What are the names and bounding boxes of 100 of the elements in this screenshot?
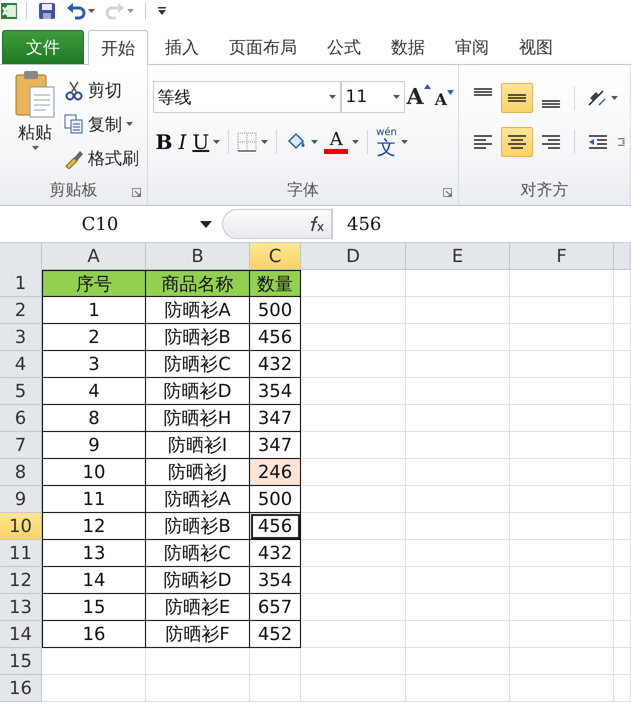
row-header[interactable]: 5 xyxy=(0,378,42,405)
table-cell[interactable]: 456 xyxy=(250,324,301,351)
row-header[interactable]: 14 xyxy=(0,621,42,648)
row-header[interactable]: 1 xyxy=(0,270,42,297)
table-cell[interactable]: 防晒衫C xyxy=(146,351,250,378)
table-cell[interactable]: 456 xyxy=(250,513,301,540)
table-cell[interactable] xyxy=(614,540,631,567)
table-cell[interactable] xyxy=(614,270,631,297)
table-cell[interactable] xyxy=(406,324,510,351)
table-cell[interactable]: 1 xyxy=(42,297,146,324)
font-color-button[interactable]: A xyxy=(321,127,362,157)
table-cell[interactable] xyxy=(301,540,406,567)
column-header[interactable]: C xyxy=(250,243,301,270)
font-size-dropdown[interactable]: 11 xyxy=(340,81,405,113)
table-cell[interactable] xyxy=(614,486,631,513)
italic-button[interactable]: I xyxy=(175,127,190,157)
table-cell[interactable] xyxy=(510,270,614,297)
table-cell[interactable] xyxy=(406,540,510,567)
table-cell[interactable]: 防晒衫A xyxy=(146,486,250,513)
underline-button[interactable]: U xyxy=(189,127,224,157)
table-cell[interactable] xyxy=(510,351,614,378)
column-header[interactable]: F xyxy=(510,243,614,270)
ribbon-tab[interactable]: 数据 xyxy=(378,30,438,64)
table-cell[interactable] xyxy=(614,594,631,621)
table-cell[interactable]: 防晒衫B xyxy=(146,513,250,540)
table-cell[interactable]: 12 xyxy=(42,513,146,540)
table-cell[interactable] xyxy=(614,297,631,324)
table-cell[interactable] xyxy=(510,297,614,324)
table-cell[interactable] xyxy=(301,459,406,486)
table-cell[interactable] xyxy=(406,513,510,540)
table-cell[interactable] xyxy=(510,567,614,594)
ribbon-tab[interactable]: 页面布局 xyxy=(216,30,310,64)
row-header[interactable]: 15 xyxy=(0,648,42,675)
table-cell[interactable] xyxy=(301,513,406,540)
table-cell[interactable] xyxy=(510,621,614,648)
shrink-font-button[interactable]: A xyxy=(432,90,456,108)
ribbon-tab[interactable]: 视图 xyxy=(506,30,566,64)
table-cell[interactable] xyxy=(510,378,614,405)
align-middle-button[interactable] xyxy=(501,83,533,113)
table-cell[interactable]: 432 xyxy=(250,351,301,378)
table-cell[interactable]: 500 xyxy=(250,486,301,513)
row-header[interactable]: 3 xyxy=(0,324,42,351)
row-header[interactable]: 10 xyxy=(0,513,42,540)
table-cell[interactable] xyxy=(614,324,631,351)
table-cell[interactable] xyxy=(614,567,631,594)
table-cell[interactable]: 13 xyxy=(42,540,146,567)
paste-button[interactable]: 粘贴 xyxy=(8,69,62,175)
bold-button[interactable]: B xyxy=(152,127,176,157)
table-cell[interactable] xyxy=(406,432,510,459)
table-cell[interactable]: 8 xyxy=(42,405,146,432)
dialog-launcher-button[interactable] xyxy=(443,185,452,200)
table-cell[interactable]: 347 xyxy=(250,405,301,432)
grow-font-button[interactable]: A xyxy=(404,84,433,110)
table-cell[interactable] xyxy=(301,648,406,675)
table-cell[interactable]: 11 xyxy=(42,486,146,513)
column-header[interactable]: D xyxy=(301,243,406,270)
ribbon-tab[interactable]: 开始 xyxy=(88,30,148,65)
dialog-launcher-button[interactable] xyxy=(132,185,141,200)
table-cell[interactable] xyxy=(510,405,614,432)
table-cell[interactable]: 14 xyxy=(42,567,146,594)
table-cell[interactable]: 防晒衫C xyxy=(146,540,250,567)
table-cell[interactable] xyxy=(614,675,631,702)
table-cell[interactable]: 432 xyxy=(250,540,301,567)
table-cell[interactable]: 序号 xyxy=(42,270,146,297)
table-cell[interactable] xyxy=(406,486,510,513)
table-cell[interactable] xyxy=(146,675,250,702)
table-cell[interactable] xyxy=(614,621,631,648)
table-cell[interactable]: 354 xyxy=(250,378,301,405)
table-cell[interactable] xyxy=(301,675,406,702)
table-cell[interactable] xyxy=(301,567,406,594)
select-all-button[interactable] xyxy=(0,243,42,271)
table-cell[interactable] xyxy=(301,594,406,621)
table-cell[interactable] xyxy=(301,432,406,459)
table-cell[interactable] xyxy=(301,486,406,513)
table-cell[interactable] xyxy=(301,324,406,351)
table-cell[interactable] xyxy=(406,378,510,405)
table-cell[interactable] xyxy=(406,567,510,594)
table-cell[interactable]: 9 xyxy=(42,432,146,459)
table-cell[interactable] xyxy=(510,432,614,459)
row-header[interactable]: 6 xyxy=(0,405,42,432)
table-cell[interactable]: 防晒衫I xyxy=(146,432,250,459)
column-header[interactable]: A xyxy=(42,243,146,270)
row-header[interactable]: 7 xyxy=(0,432,42,459)
copy-button[interactable]: 复制 xyxy=(64,109,139,139)
table-cell[interactable] xyxy=(614,351,631,378)
table-cell[interactable] xyxy=(146,648,250,675)
table-cell[interactable] xyxy=(510,486,614,513)
table-cell[interactable] xyxy=(301,378,406,405)
cut-button[interactable]: 剪切 xyxy=(64,75,139,105)
row-header[interactable]: 12 xyxy=(0,567,42,594)
table-cell[interactable] xyxy=(510,324,614,351)
table-cell[interactable]: 15 xyxy=(42,594,146,621)
row-header[interactable]: 11 xyxy=(0,540,42,567)
table-cell[interactable] xyxy=(406,459,510,486)
row-header[interactable]: 4 xyxy=(0,351,42,378)
table-cell[interactable] xyxy=(614,648,631,675)
table-cell[interactable]: 防晒衫H xyxy=(146,405,250,432)
row-header[interactable]: 8 xyxy=(0,459,42,486)
table-cell[interactable] xyxy=(614,459,631,486)
table-cell[interactable]: 4 xyxy=(42,378,146,405)
